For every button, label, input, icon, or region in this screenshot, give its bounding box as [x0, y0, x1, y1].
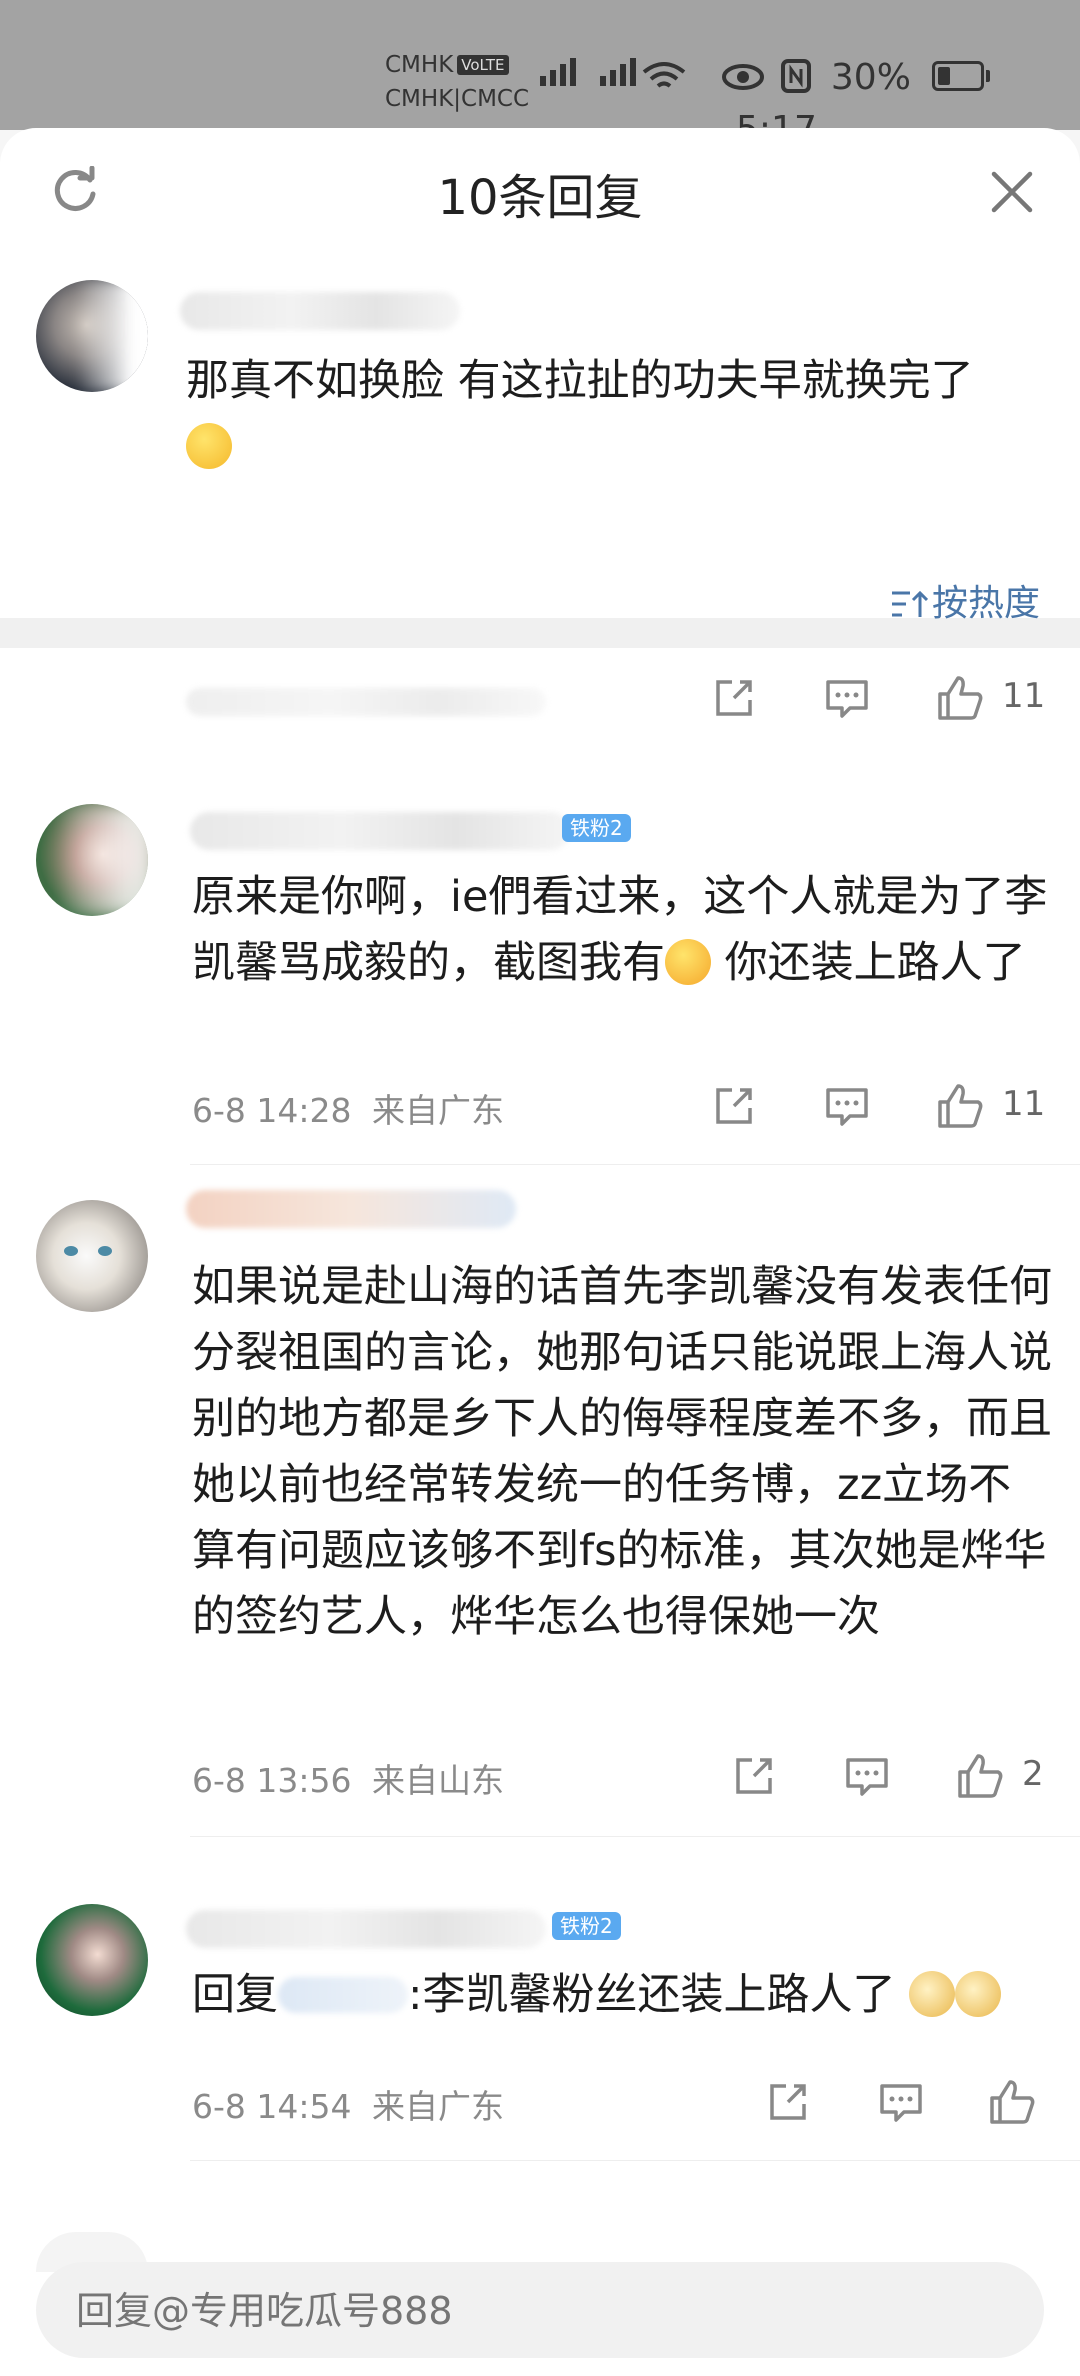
comment-icon[interactable]: [844, 1746, 890, 1806]
reply-meta: 6-8 14:54 来自广东: [192, 2080, 504, 2128]
comment-body: 那真不如换脸 有这拉扯的功夫早就换完了: [186, 356, 974, 406]
reply-text: 回复 :李凯馨粉丝还装上路人了: [192, 1962, 1052, 2028]
like-icon[interactable]: [988, 2072, 1036, 2132]
signal-icon: [540, 58, 580, 86]
sort-button[interactable]: 按热度: [890, 574, 1040, 626]
reply-time: 6-8 14:54: [192, 2087, 352, 2126]
fans-badge: 铁粉2: [562, 814, 631, 842]
signal-icon-2: [600, 58, 640, 86]
reply-location: 来自广东: [372, 1091, 504, 1130]
reply-bar[interactable]: [36, 2262, 1044, 2360]
carrier-line2: CMHK|CMCC: [385, 86, 530, 112]
divider: [190, 1164, 1080, 1165]
doge-emoji-icon: [955, 1971, 1002, 2017]
doge-emoji-icon: [909, 1971, 956, 2017]
main-comment: 那真不如换脸 有这拉扯的功夫早就换完了 11: [0, 256, 1080, 746]
like-count: 11: [1002, 676, 1046, 716]
username-blurred[interactable]: [186, 1190, 516, 1228]
battery-icon: [932, 61, 991, 91]
share-icon[interactable]: [766, 2072, 810, 2132]
like-count: 2: [1022, 1754, 1044, 1794]
like-icon[interactable]: [956, 1746, 1004, 1806]
reply-location: 来自广东: [372, 2087, 504, 2126]
like-count: 11: [1002, 1084, 1046, 1124]
username-blurred[interactable]: [186, 1910, 546, 1948]
mention-blurred[interactable]: [278, 1977, 408, 2013]
username-blurred[interactable]: [190, 812, 570, 850]
comment-actions: 11: [700, 668, 1060, 728]
like-icon[interactable]: [936, 668, 984, 728]
reply-actions: 11: [700, 1076, 1060, 1136]
comment-icon[interactable]: [824, 668, 870, 728]
wifi-icon: [642, 62, 686, 88]
carrier-info: CMHK VoLTE CMHK|CMCC: [385, 48, 529, 116]
reply-actions: [760, 2072, 1060, 2132]
share-icon[interactable]: [712, 668, 756, 728]
page-title: 10条回复: [437, 170, 643, 226]
like-icon[interactable]: [936, 1076, 984, 1136]
eye-icon: [722, 64, 764, 90]
avatar[interactable]: [36, 280, 148, 392]
carrier-line1: CMHK: [385, 52, 454, 78]
comment-text: 那真不如换脸 有这拉扯的功夫早就换完了: [186, 348, 1026, 480]
volte-badge: VoLTE: [457, 55, 509, 75]
sort-icon: [891, 590, 928, 617]
reply-location: 来自山东: [372, 1761, 504, 1800]
share-icon[interactable]: [732, 1746, 776, 1806]
fans-badge: 铁粉2: [552, 1912, 621, 1940]
reply-meta: 6-8 13:56 来自山东: [192, 1754, 504, 1802]
close-icon[interactable]: [990, 170, 1034, 214]
avatar[interactable]: [36, 804, 148, 916]
reply-input[interactable]: [74, 2262, 978, 2360]
nfc-icon: [781, 59, 812, 93]
fans-badge-label: 铁粉2: [562, 814, 631, 842]
comment-icon[interactable]: [824, 1076, 870, 1136]
reply-text-part1: 回复: [192, 1970, 278, 2020]
comment-icon[interactable]: [878, 2072, 924, 2132]
comment-meta-blurred: [186, 688, 546, 716]
divider: [190, 2160, 1080, 2161]
replies-sheet: 10条回复 那真不如换脸 有这拉扯的功夫早就换完了 11 按热度 铁粉2 原来是…: [0, 128, 1080, 2376]
username-blurred[interactable]: [180, 292, 460, 330]
reply-time: 6-8 14:28: [192, 1091, 352, 1130]
reply-text-part2: 你还装上路人了: [711, 938, 1026, 988]
avatar[interactable]: [36, 1200, 148, 1312]
reply-meta: 6-8 14:28 来自广东: [192, 1084, 504, 1132]
reply-time: 6-8 13:56: [192, 1761, 352, 1800]
fans-badge-label: 铁粉2: [552, 1912, 621, 1940]
reply-actions: 2: [720, 1746, 1060, 1806]
avatar[interactable]: [36, 1904, 148, 2016]
sort-label: 按热度: [931, 583, 1040, 624]
reply-text-part2: :李凯馨粉丝还装上路人了: [408, 1970, 896, 2020]
reply-text: 原来是你啊，ie們看过来，这个人就是为了李凯馨骂成毅的，截图我有 你还装上路人了: [192, 864, 1052, 996]
share-icon[interactable]: [712, 1076, 756, 1136]
reply-text: 如果说是赴山海的话首先李凯馨没有发表任何分裂祖国的言论，她那句话只能说跟上海人说…: [192, 1262, 1052, 1642]
sheet-header: 10条回复: [0, 128, 1080, 257]
status-bar: CMHKVoLTE CMHK|CMCC 30% 5:17: [0, 0, 1080, 150]
thinking-emoji-icon: [186, 423, 232, 469]
battery-percent: 30%: [830, 57, 911, 98]
smile-emoji-icon: [665, 939, 711, 985]
divider: [190, 1836, 1080, 1837]
